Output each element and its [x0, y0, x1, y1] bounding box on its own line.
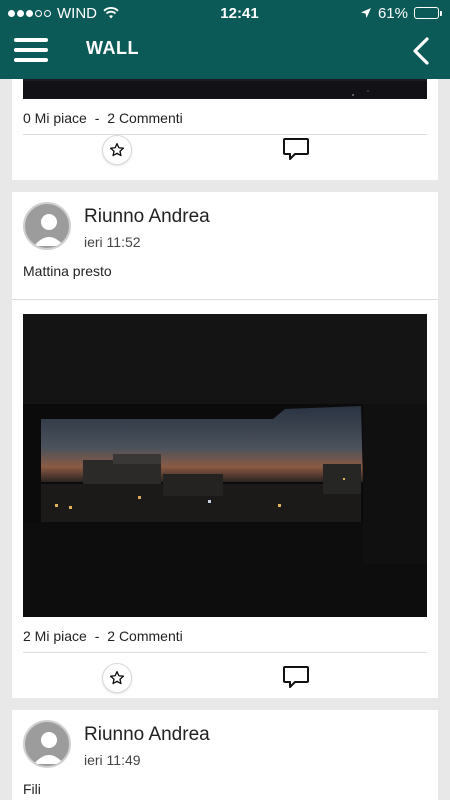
- post-stats: 0 Mi piace - 2 Commenti: [23, 110, 183, 126]
- divider: [23, 134, 427, 135]
- chevron-left-icon[interactable]: [410, 36, 432, 66]
- divider: [23, 652, 427, 653]
- signal-strength-icon: [8, 9, 51, 17]
- status-right: 61%: [360, 5, 442, 22]
- post-card: 0 Mi piace - 2 Commenti: [12, 79, 438, 180]
- divider: [12, 299, 438, 300]
- stats-separator: -: [94, 110, 100, 126]
- like-button[interactable]: [102, 663, 132, 693]
- stats-separator: -: [94, 628, 100, 644]
- post-stats: 2 Mi piace - 2 Commenti: [23, 628, 183, 644]
- comments-count[interactable]: 2 Commenti: [107, 110, 182, 126]
- clock: 12:41: [220, 4, 259, 22]
- post-text: Fili: [23, 781, 41, 797]
- user-silhouette-icon: [34, 214, 64, 246]
- location-arrow-icon: [360, 8, 371, 18]
- comment-icon[interactable]: [282, 137, 310, 163]
- comments-count[interactable]: 2 Commenti: [107, 628, 182, 644]
- app-top-bar: WIND 12:41 61% WALL: [0, 0, 450, 79]
- carrier-name: WIND: [57, 4, 97, 22]
- post-author[interactable]: Riunno Andrea: [84, 724, 210, 746]
- post-image[interactable]: [23, 79, 427, 99]
- post-card: Riunno Andrea ieri 11:49 Fili: [12, 710, 438, 800]
- likes-count[interactable]: 0 Mi piace: [23, 110, 87, 126]
- user-silhouette-icon: [34, 732, 64, 764]
- night-photo: [23, 314, 427, 617]
- like-button[interactable]: [102, 135, 132, 165]
- status-bar: WIND 12:41 61%: [0, 0, 450, 26]
- post-text: Mattina presto: [23, 263, 112, 279]
- post-time: ieri 11:52: [84, 234, 141, 250]
- hamburger-icon[interactable]: [14, 38, 48, 62]
- comment-icon[interactable]: [282, 665, 310, 691]
- app-header: WALL: [0, 26, 450, 79]
- night-photo: [23, 79, 427, 99]
- star-icon: [110, 671, 124, 685]
- post-image[interactable]: [23, 314, 427, 617]
- battery-percent: 61%: [377, 4, 408, 22]
- page-title: WALL: [86, 38, 139, 58]
- post-card: Riunno Andrea ieri 11:52 Mattina presto: [12, 192, 438, 698]
- post-author[interactable]: Riunno Andrea: [84, 206, 210, 228]
- wifi-icon: [103, 7, 119, 19]
- likes-count[interactable]: 2 Mi piace: [23, 628, 87, 644]
- avatar[interactable]: [23, 202, 71, 250]
- status-left: WIND: [8, 5, 119, 22]
- battery-icon: [414, 7, 442, 19]
- star-icon: [110, 143, 124, 157]
- post-time: ieri 11:49: [84, 752, 141, 768]
- avatar[interactable]: [23, 720, 71, 768]
- wall-feed[interactable]: 0 Mi piace - 2 Commenti Riunno Andrea ie…: [0, 79, 450, 800]
